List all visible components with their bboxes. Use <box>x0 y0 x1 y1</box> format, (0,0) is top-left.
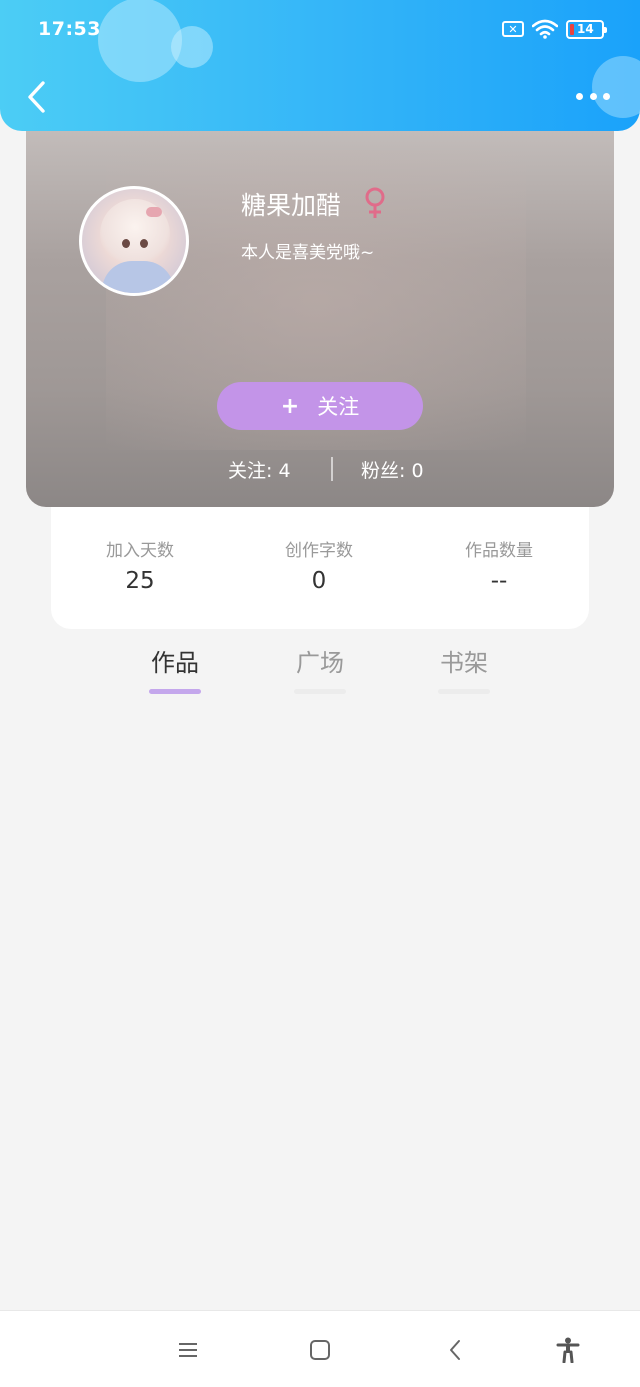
accessibility-icon <box>556 1337 580 1363</box>
battery-fill <box>570 23 574 35</box>
top-header: 17:53 ✕ 14 <box>0 0 640 131</box>
back-icon <box>450 1340 460 1360</box>
stat-works-count: 作品数量 -- <box>429 540 569 595</box>
following-count[interactable]: 关注: 4 <box>228 456 291 483</box>
tab-bookshelf[interactable]: 书架 <box>424 646 504 694</box>
tab-indicator <box>149 689 201 694</box>
stats-card: 加入天数 25 创作字数 0 作品数量 -- <box>51 486 589 629</box>
more-options-button[interactable] <box>576 88 610 104</box>
stat-label: 作品数量 <box>465 541 533 561</box>
decorative-bubble <box>98 0 182 82</box>
battery-level: 14 <box>577 21 594 36</box>
stat-word-count: 创作字数 0 <box>249 540 389 595</box>
back-button[interactable] <box>20 78 52 116</box>
user-name: 糖果加醋 <box>241 191 342 220</box>
tab-works[interactable]: 作品 <box>135 646 215 694</box>
system-nav-bar <box>0 1310 640 1387</box>
follow-label: 关注 <box>317 395 360 419</box>
status-icons: ✕ 14 <box>502 17 607 41</box>
sim-disabled-icon: ✕ <box>502 21 524 37</box>
tab-label: 书架 <box>440 649 488 677</box>
stat-value: -- <box>490 568 508 594</box>
nav-back-button[interactable] <box>440 1335 470 1365</box>
decorative-bubble <box>592 56 640 118</box>
stat-label: 加入天数 <box>106 541 174 561</box>
tab-square[interactable]: 广场 <box>280 646 360 694</box>
avatar[interactable] <box>79 186 189 296</box>
plus-icon: + <box>280 393 300 419</box>
follow-counts: 关注: 4 粉丝: 0 <box>26 454 614 484</box>
follow-button[interactable]: + 关注 <box>217 382 423 430</box>
status-time: 17:53 <box>38 18 101 40</box>
divider <box>331 457 333 481</box>
stat-label: 创作字数 <box>285 541 353 561</box>
tab-indicator <box>438 689 490 694</box>
content-tabs: 作品 广场 书架 <box>0 646 640 700</box>
stat-value: 25 <box>125 568 155 594</box>
tab-label: 作品 <box>151 649 199 677</box>
more-dots-icon <box>576 92 583 100</box>
nav-home-button[interactable] <box>305 1335 335 1365</box>
nav-menu-button[interactable] <box>173 1335 203 1365</box>
wifi-icon <box>532 19 558 39</box>
stat-value: 0 <box>311 568 327 594</box>
menu-icon <box>179 1343 197 1357</box>
profile-card: 糖果加醋 本人是喜美党哦~ + 关注 关注: 4 粉丝: 0 <box>26 110 614 507</box>
home-icon <box>310 1340 330 1360</box>
tab-indicator <box>294 689 346 694</box>
battery-icon: 14 <box>566 19 607 39</box>
female-gender-icon <box>365 187 385 218</box>
fans-count[interactable]: 粉丝: 0 <box>361 456 424 483</box>
decorative-bubble <box>171 26 213 68</box>
nav-accessibility-button[interactable] <box>553 1335 583 1365</box>
tab-label: 广场 <box>296 649 344 677</box>
chevron-left-icon <box>28 81 45 113</box>
stat-join-days: 加入天数 25 <box>70 540 210 595</box>
user-bio: 本人是喜美党哦~ <box>241 243 375 263</box>
